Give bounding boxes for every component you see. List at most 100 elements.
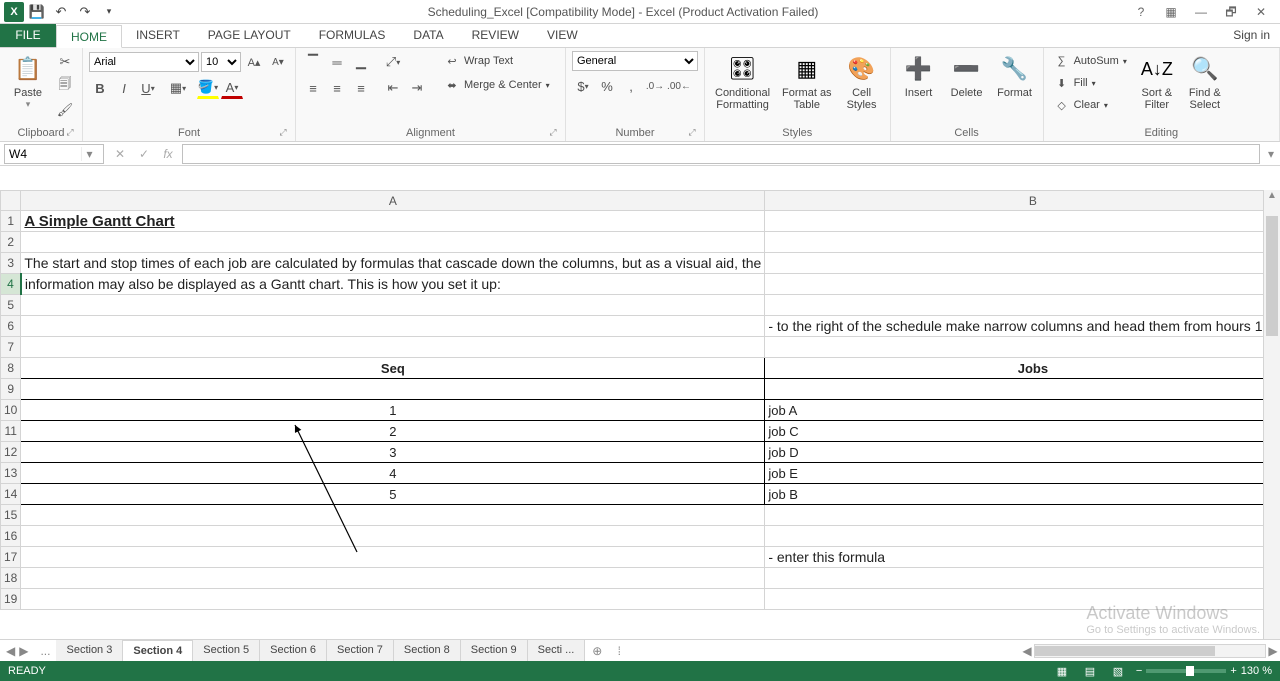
ribbon-tab-view[interactable]: VIEW: [533, 24, 592, 47]
row-header[interactable]: 7: [1, 337, 21, 358]
cell[interactable]: [765, 379, 1280, 400]
sign-in-link[interactable]: Sign in: [1233, 24, 1270, 47]
ribbon-tab-review[interactable]: REVIEW: [458, 24, 533, 47]
align-left-icon[interactable]: ≡: [302, 77, 324, 99]
sheet-tab[interactable]: Section 7: [327, 640, 394, 661]
cell[interactable]: The start and stop times of each job are…: [21, 253, 765, 274]
scroll-up-icon[interactable]: ▲: [1264, 190, 1280, 201]
increase-decimal-icon[interactable]: .0→: [644, 75, 666, 97]
cell[interactable]: [21, 337, 765, 358]
sheet-tab[interactable]: Section 3: [56, 640, 123, 661]
row-header[interactable]: 18: [1, 568, 21, 589]
redo-icon[interactable]: ↷: [74, 1, 96, 23]
align-middle-icon[interactable]: ═: [326, 51, 348, 73]
row-header[interactable]: 19: [1, 589, 21, 610]
cell[interactable]: [21, 232, 765, 253]
layout-view-icon[interactable]: ▤: [1080, 665, 1100, 678]
formula-input[interactable]: [182, 144, 1260, 164]
delete-cells-button[interactable]: ➖Delete: [945, 51, 989, 101]
cell[interactable]: [21, 295, 765, 316]
bold-button[interactable]: B: [89, 77, 111, 99]
row-header[interactable]: 15: [1, 505, 21, 526]
row-header[interactable]: 10: [1, 400, 21, 421]
font-size-select[interactable]: 10: [201, 52, 241, 72]
accounting-icon[interactable]: $▾: [572, 75, 594, 97]
cell[interactable]: [765, 274, 1280, 295]
cell[interactable]: [765, 568, 1280, 589]
cell[interactable]: 4: [21, 463, 765, 484]
worksheet-grid[interactable]: ABCDEFGHIJKLMNOPQRSTUVWXYZAAABACADAEAFAG…: [0, 190, 1280, 639]
save-icon[interactable]: 💾: [26, 1, 48, 23]
normal-view-icon[interactable]: ▦: [1052, 665, 1072, 678]
ribbon-tab-home[interactable]: HOME: [56, 25, 122, 48]
cut-icon[interactable]: ✂: [54, 51, 76, 73]
row-header[interactable]: 1: [1, 211, 21, 232]
cell[interactable]: [21, 547, 765, 568]
select-all-corner[interactable]: [1, 191, 21, 211]
hscroll-thumb[interactable]: [1035, 646, 1215, 656]
cell[interactable]: job D: [765, 442, 1280, 463]
row-header[interactable]: 13: [1, 463, 21, 484]
ribbon-collapse-icon[interactable]: ▦: [1156, 1, 1186, 23]
clipboard-launcher-icon[interactable]: ⤢: [64, 127, 76, 139]
cell[interactable]: [21, 379, 765, 400]
ribbon-tab-data[interactable]: DATA: [399, 24, 457, 47]
row-header[interactable]: 6: [1, 316, 21, 337]
merge-center-button[interactable]: ⬌Merge & Center ▾: [440, 75, 554, 95]
cell[interactable]: [765, 505, 1280, 526]
enter-formula-icon[interactable]: ✓: [132, 147, 156, 161]
sheet-tab[interactable]: Section 6: [260, 640, 327, 661]
cell-styles-button[interactable]: 🎨Cell Styles: [840, 51, 884, 113]
tab-nav-prev-icon[interactable]: ◀: [6, 644, 15, 658]
pagebreak-view-icon[interactable]: ▧: [1108, 665, 1128, 678]
cell[interactable]: [765, 211, 1280, 232]
row-header[interactable]: 14: [1, 484, 21, 505]
ribbon-tab-formulas[interactable]: FORMULAS: [305, 24, 400, 47]
qat-customize-icon[interactable]: ▾: [98, 1, 120, 23]
horizontal-scrollbar[interactable]: ◀ ▶: [1020, 643, 1280, 659]
zoom-level[interactable]: 130 %: [1241, 665, 1272, 677]
cell[interactable]: Jobs: [765, 358, 1280, 379]
name-box-input[interactable]: [5, 147, 81, 161]
row-header[interactable]: 8: [1, 358, 21, 379]
sheet-tab[interactable]: Section 8: [394, 640, 461, 661]
font-name-select[interactable]: Arial: [89, 52, 199, 72]
number-format-select[interactable]: General: [572, 51, 698, 71]
ribbon-tab-page-layout[interactable]: PAGE LAYOUT: [194, 24, 305, 47]
clear-button[interactable]: ◇Clear ▾: [1050, 95, 1131, 115]
fill-button[interactable]: ⬇Fill ▾: [1050, 73, 1131, 93]
row-header[interactable]: 9: [1, 379, 21, 400]
comma-icon[interactable]: ,: [620, 75, 642, 97]
font-color-button[interactable]: A▾: [221, 77, 243, 99]
cell[interactable]: job B: [765, 484, 1280, 505]
indent-decrease-icon[interactable]: ⇤: [382, 77, 404, 99]
cell[interactable]: job A: [765, 400, 1280, 421]
italic-button[interactable]: I: [113, 77, 135, 99]
grow-font-icon[interactable]: A▴: [243, 51, 265, 73]
column-header[interactable]: A: [21, 191, 765, 211]
zoom-out-icon[interactable]: −: [1136, 665, 1142, 677]
hscroll-right-icon[interactable]: ▶: [1266, 644, 1280, 658]
column-header[interactable]: B: [765, 191, 1280, 211]
row-header[interactable]: 2: [1, 232, 21, 253]
cell[interactable]: [765, 589, 1280, 610]
format-cells-button[interactable]: 🔧Format: [993, 51, 1037, 101]
percent-icon[interactable]: %: [596, 75, 618, 97]
align-center-icon[interactable]: ≡: [326, 77, 348, 99]
sheet-tab[interactable]: Secti ...: [528, 640, 586, 661]
minimize-icon[interactable]: —: [1186, 1, 1216, 23]
format-as-table-button[interactable]: ▦Format as Table: [778, 51, 836, 113]
cell[interactable]: 3: [21, 442, 765, 463]
cancel-formula-icon[interactable]: ✕: [108, 147, 132, 161]
align-right-icon[interactable]: ≡: [350, 77, 372, 99]
cell[interactable]: job E: [765, 463, 1280, 484]
find-select-button[interactable]: 🔍Find & Select: [1183, 51, 1227, 113]
cell[interactable]: [21, 526, 765, 547]
shrink-font-icon[interactable]: A▾: [267, 51, 289, 73]
name-box[interactable]: ▾: [4, 144, 104, 164]
formula-expand-icon[interactable]: ▾: [1262, 147, 1280, 161]
number-launcher-icon[interactable]: ⤢: [686, 127, 698, 139]
cell[interactable]: Seq: [21, 358, 765, 379]
paste-button[interactable]: 📋 Paste ▾: [6, 51, 50, 112]
zoom-in-icon[interactable]: +: [1230, 665, 1236, 677]
